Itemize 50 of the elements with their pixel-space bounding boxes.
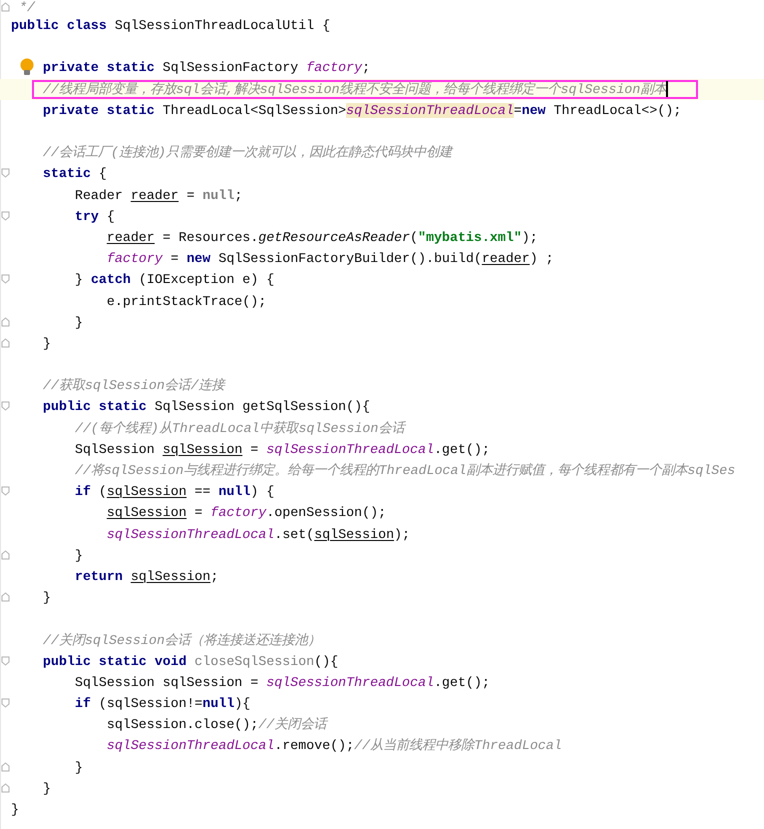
code-line: public static SqlSession getSqlSession(){: [42, 399, 370, 414]
code-line: //(每个线程)从ThreadLocal中获取sqlSession会话: [74, 420, 404, 436]
fold-marker-icon[interactable]: [1, 2, 10, 12]
code-line: }: [42, 780, 51, 796]
fold-marker-icon[interactable]: [1, 486, 10, 496]
code-line: if (sqlSession == null) {: [74, 484, 274, 500]
code-line: return sqlSession;: [74, 568, 218, 584]
fold-marker-icon[interactable]: [1, 274, 10, 284]
fold-marker-icon[interactable]: [1, 762, 10, 772]
code-line: private static SqlSessionFactory factory;: [42, 60, 370, 76]
code-line: sqlSession = factory.openSession();: [106, 505, 386, 520]
code-line: Reader reader = null;: [74, 188, 242, 203]
code-line: reader = Resources.getResourceAsReader("mybatis.xml");: [106, 230, 538, 245]
fold-marker-icon[interactable]: [1, 550, 10, 560]
code-line: //会话工厂(连接池)只需要创建一次就可以，因此在静态代码块中创建: [42, 145, 452, 160]
code-line: sqlSessionThreadLocal.set(sqlSession);: [106, 526, 410, 542]
fold-marker-icon[interactable]: [1, 401, 10, 412]
code-line: sqlSessionThreadLocal.remove();//从当前线程中移除ThreadLocal: [106, 738, 562, 754]
lightbulb-icon[interactable]: [20, 58, 34, 76]
code-line: try {: [74, 208, 115, 224]
code-line: sqlSession.close();//关闭会话: [106, 717, 326, 732]
code-line: factory = new SqlSessionFactoryBuilder().build(reader) ;: [106, 251, 554, 266]
code-line: //获取sqlSession会话/连接: [42, 378, 225, 394]
fold-marker-icon[interactable]: [1, 592, 10, 602]
code-line: }: [42, 336, 51, 351]
code-line: //关闭sqlSession会话（将连接送还连接池）: [42, 632, 321, 648]
code-line: if (sqlSession!=null){: [74, 696, 250, 712]
fold-marker-icon[interactable]: [1, 782, 10, 793]
fold-marker-icon[interactable]: [1, 656, 10, 666]
code-line: */: [18, 0, 35, 15]
code-line: public class SqlSessionThreadLocalUtil {: [11, 18, 330, 34]
code-line: private static ThreadLocal<SqlSession>sqlSessionThreadLocal=new ThreadLocal<>();: [42, 102, 682, 118]
code-line: //将sqlSession与线程进行绑定。给每一个线程的ThreadLocal副本进行赋值，每个线程都有一个副本sqlSes: [74, 463, 736, 478]
code-line: SqlSession sqlSession = sqlSessionThreadLocal.get();: [74, 674, 490, 690]
code-line: e.printStackTrace();: [106, 294, 266, 309]
fold-marker-icon[interactable]: [1, 698, 10, 708]
code-comment: //线程局部变量，存放sql会话,解决sqlSession线程不安全问题，给每个线程绑定一个sqlSession副本: [42, 82, 666, 97]
fold-marker-icon[interactable]: [1, 210, 10, 221]
code-line: }: [74, 548, 83, 563]
fold-marker-icon[interactable]: [1, 338, 10, 348]
code-line: }: [42, 590, 51, 606]
code-line: } catch (IOException e) {: [74, 272, 274, 288]
code-line: SqlSession sqlSession = sqlSessionThreadLocal.get();: [74, 442, 490, 457]
code-line: public static void closeSqlSession(){: [42, 654, 338, 669]
fold-marker-icon[interactable]: [1, 168, 10, 178]
code-line: }: [74, 314, 83, 330]
code-line: static {: [42, 166, 107, 182]
code-line: }: [74, 760, 83, 775]
code-line: }: [11, 802, 19, 818]
fold-marker-icon[interactable]: [1, 316, 10, 327]
